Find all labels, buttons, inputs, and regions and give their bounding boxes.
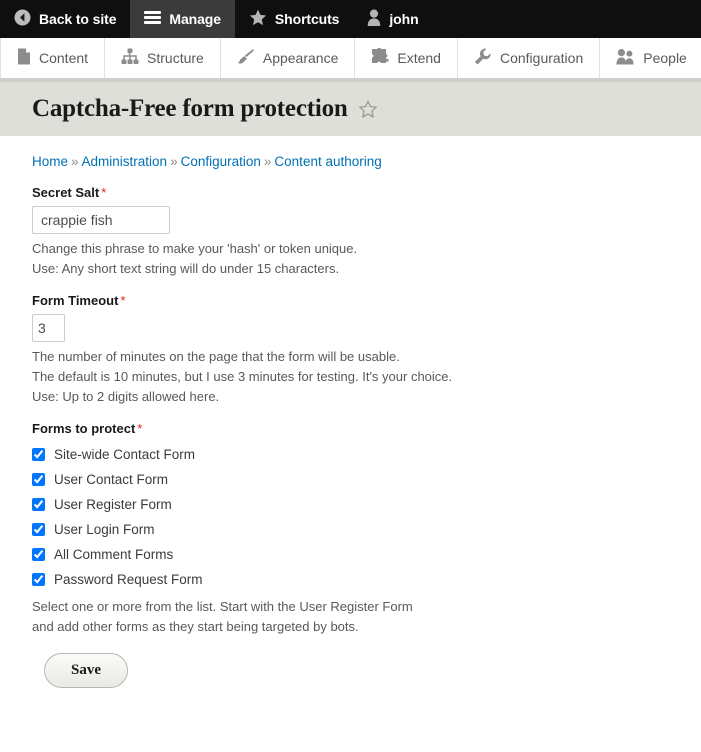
admin-menu-bar: Content Structure Appearance Extend Conf… (0, 38, 701, 82)
back-arrow-circle-icon (14, 9, 31, 29)
checkbox-label: All Comment Forms (54, 547, 174, 562)
paintbrush-icon (237, 48, 255, 68)
secret-salt-label: Secret Salt * (32, 185, 669, 200)
admin-menu-item-structure[interactable]: Structure (105, 38, 221, 78)
puzzle-piece-icon (371, 47, 390, 68)
hamburger-menu-icon (144, 10, 162, 28)
form-timeout-description-line-2: The default is 10 minutes, but I use 3 m… (32, 369, 453, 384)
admin-menu-item-configuration[interactable]: Configuration (458, 38, 601, 78)
checkbox-site-wide-contact-form[interactable] (32, 448, 45, 461)
page-title: Captcha-Free form protection (32, 95, 348, 122)
checkbox-label: User Contact Form (54, 472, 169, 487)
breadcrumb-separator: » (71, 154, 79, 169)
admin-menu-label: Configuration (499, 50, 584, 66)
breadcrumb: Home» Administration» Configuration» Conten… (32, 136, 669, 185)
admin-bar-item-user-account[interactable]: john (353, 0, 432, 38)
forms-to-protect-description: Select one or more from the list. Start … (32, 597, 669, 637)
star-icon (249, 9, 267, 29)
forms-to-protect-description-line-2: and add other forms as they start being … (32, 619, 359, 634)
admin-menu-label: Extend (397, 50, 441, 66)
admin-bar-item-shortcuts[interactable]: Shortcuts (235, 0, 353, 38)
form-timeout-description-line-3: Use: Up to 2 digits allowed here. (32, 389, 220, 404)
save-button[interactable]: Save (44, 653, 128, 688)
checkbox-label: User Register Form (54, 497, 172, 512)
required-marker: * (101, 185, 107, 200)
forms-to-protect-label-text: Forms to protect (32, 421, 136, 436)
checkbox-row[interactable]: User Login Form (32, 517, 669, 542)
form-timeout-description-line-1: The number of minutes on the page that t… (32, 349, 400, 364)
document-icon (17, 48, 31, 68)
breadcrumb-link-content-authoring[interactable]: Content authoring (274, 154, 381, 169)
admin-toolbar: Back to site Manage Shortcuts john (0, 0, 701, 38)
form-timeout-label: Form Timeout * (32, 293, 669, 308)
form-timeout-label-text: Form Timeout (32, 293, 119, 308)
checkbox-label: User Login Form (54, 522, 155, 537)
required-marker: * (137, 421, 143, 436)
admin-menu-item-appearance[interactable]: Appearance (221, 38, 356, 78)
checkbox-user-login-form[interactable] (32, 523, 45, 536)
star-outline-icon[interactable] (358, 100, 378, 119)
admin-bar-label: john (389, 11, 419, 27)
checkbox-password-request-form[interactable] (32, 573, 45, 586)
admin-bar-label: Shortcuts (274, 11, 340, 27)
breadcrumb-link-configuration[interactable]: Configuration (181, 154, 261, 169)
required-marker: * (120, 293, 126, 308)
checkbox-label: Site-wide Contact Form (54, 447, 196, 462)
admin-menu-label: Appearance (262, 50, 339, 66)
form-timeout-input[interactable] (32, 314, 65, 342)
user-account-icon (367, 9, 381, 29)
admin-bar-item-back-to-site[interactable]: Back to site (0, 0, 130, 38)
form-item-form-timeout: Form Timeout* The number of minutes on t… (32, 293, 669, 407)
secret-salt-label-text: Secret Salt (32, 185, 100, 200)
admin-bar-label: Back to site (39, 11, 117, 27)
checkbox-row[interactable]: Site-wide Contact Form (32, 442, 669, 467)
checkbox-label: Password Request Form (54, 572, 203, 587)
secret-salt-description: Change this phrase to make your 'hash' o… (32, 239, 669, 279)
people-icon (616, 48, 635, 68)
admin-menu-item-content[interactable]: Content (0, 38, 106, 78)
checkbox-user-contact-form[interactable] (32, 473, 45, 486)
form-item-secret-salt: Secret Salt* Change this phrase to make … (32, 185, 669, 279)
breadcrumb-link-administration[interactable]: Administration (82, 154, 168, 169)
forms-to-protect-label: Forms to protect * (32, 421, 669, 436)
checkbox-user-register-form[interactable] (32, 498, 45, 511)
breadcrumb-separator: » (170, 154, 178, 169)
breadcrumb-link-home[interactable]: Home (32, 154, 68, 169)
breadcrumb-separator: » (263, 154, 272, 169)
form-item-forms-to-protect: Forms to protect * Site-wide Contact Form… (32, 421, 669, 637)
admin-bar-item-manage[interactable]: Manage (130, 0, 235, 38)
checkbox-row[interactable]: Password Request Form (32, 567, 669, 592)
secret-salt-description-line-1: Change this phrase to make your 'hash' o… (32, 241, 358, 256)
secret-salt-description-line-2: Use: Any short text string will do under… (32, 261, 340, 276)
form-timeout-description: The number of minutes on the page that t… (32, 347, 669, 407)
checkbox-all-comment-forms[interactable] (32, 548, 45, 561)
admin-menu-item-extend[interactable]: Extend (355, 38, 458, 78)
wrench-icon (474, 48, 492, 68)
form-actions: Save (32, 653, 669, 688)
sitemap-icon (121, 48, 139, 68)
secret-salt-input[interactable] (32, 206, 170, 234)
admin-menu-label: People (643, 50, 687, 66)
page-title-bar: Captcha-Free form protection (0, 82, 701, 136)
admin-bar-label: Manage (169, 11, 221, 27)
checkbox-row[interactable]: User Contact Form (32, 467, 669, 492)
forms-to-protect-description-line-1: Select one or more from the list. Start … (32, 599, 413, 614)
checkbox-row[interactable]: All Comment Forms (32, 542, 669, 567)
admin-menu-label: Content (39, 50, 89, 66)
admin-menu-label: Structure (147, 50, 204, 66)
admin-menu-item-people[interactable]: People (600, 38, 701, 78)
checkbox-row[interactable]: User Register Form (32, 492, 669, 517)
main-content: Home» Administration» Configuration» Conten… (0, 136, 701, 688)
forms-to-protect-checkbox-list: Site-wide Contact Form User Contact Form… (32, 442, 669, 592)
